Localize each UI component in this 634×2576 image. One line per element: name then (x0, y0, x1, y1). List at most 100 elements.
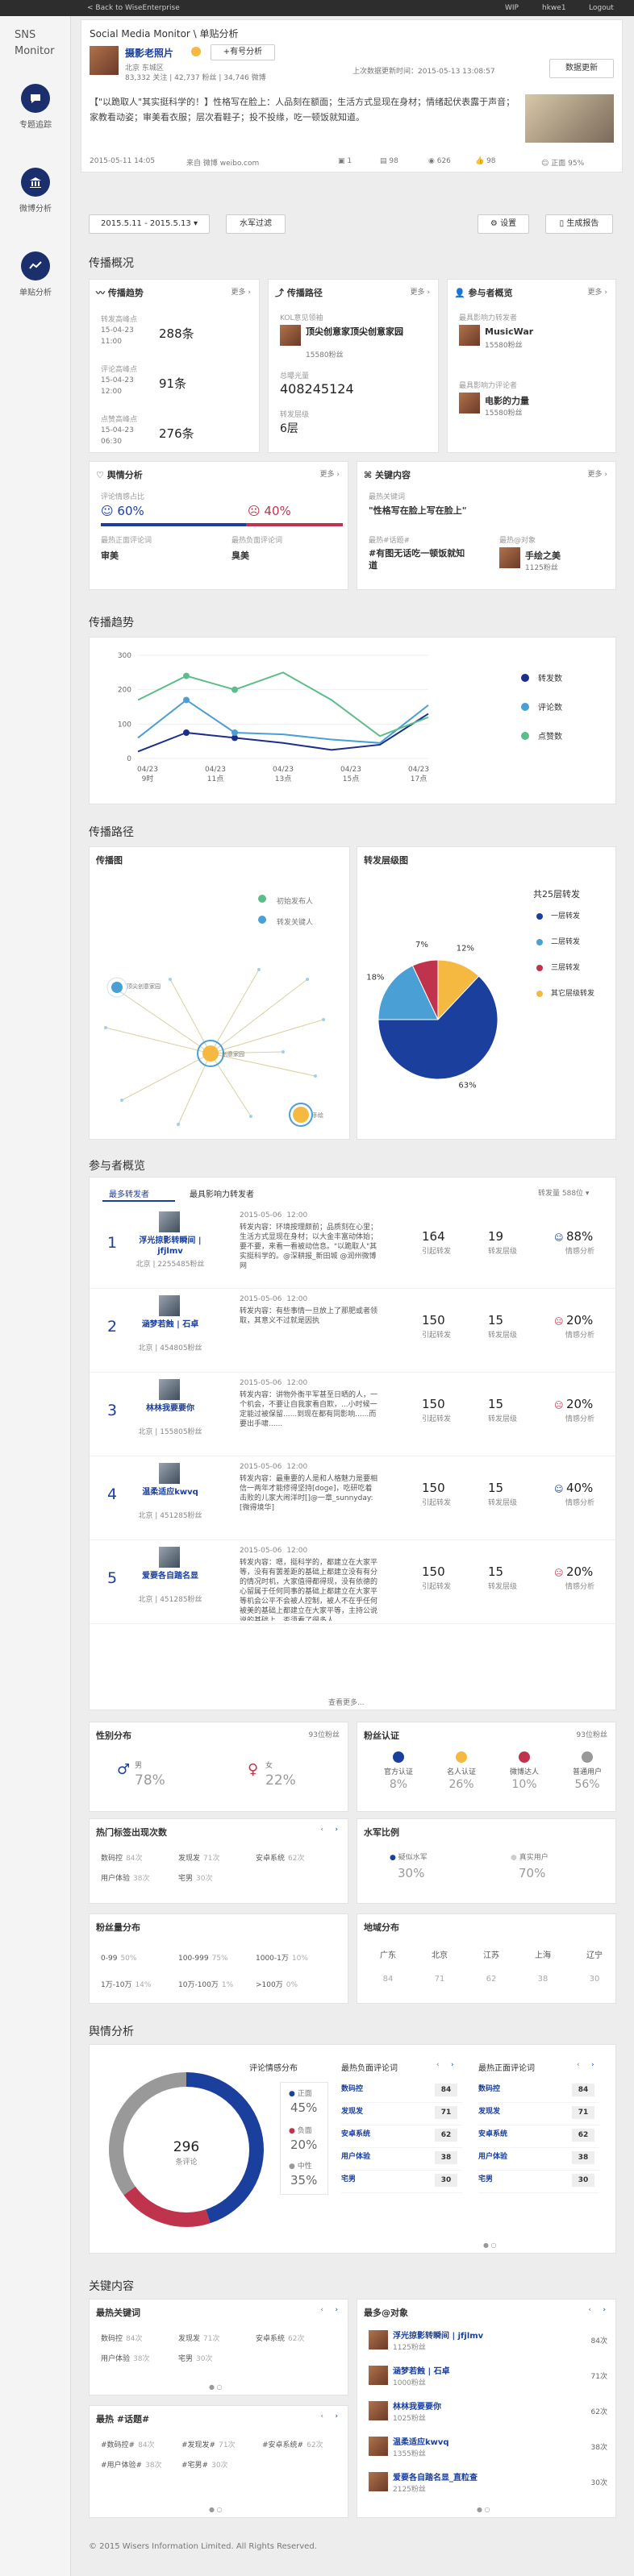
settings-button[interactable]: ⚙ 设置 (478, 214, 529, 234)
participant-name[interactable]: 爱要各自踏名显 (131, 1571, 209, 1581)
next-arrow[interactable]: › (591, 2061, 594, 2069)
nav-topic-tracking[interactable]: 专题追踪 (0, 84, 71, 130)
verify-value: 26% (448, 1778, 474, 1791)
y-tick-label: 0 (127, 755, 131, 763)
at-avatar[interactable] (369, 2330, 388, 2350)
neu-value: 35% (290, 2173, 318, 2188)
at-name[interactable]: 林林我要要你 (393, 2399, 441, 2412)
prev-arrow[interactable]: ‹ (588, 2306, 591, 2314)
next-arrow[interactable]: › (335, 1826, 338, 1834)
participant-avatar[interactable] (159, 1211, 180, 1232)
sidebar: SNS Monitor 专题追踪 微博分析 单贴分析 (0, 16, 71, 2576)
participant-avatar[interactable] (159, 1379, 180, 1400)
tab-most-reposts[interactable]: 最多转发者 (109, 1187, 149, 1199)
water-b-value: 70% (519, 1866, 546, 1880)
water-filter-button[interactable]: 水军过滤 (226, 214, 286, 234)
next-arrow[interactable]: › (335, 2412, 338, 2420)
update-data-button[interactable]: 数据更新 (549, 59, 614, 78)
pill-key: #用户体验# (101, 2462, 143, 2470)
pill-value: 1% (221, 1981, 234, 1989)
kol-name[interactable]: 顶尖创意家顶尖创意家园 (306, 325, 427, 338)
account-name[interactable]: 摄影老照片 (125, 46, 173, 60)
region-value: 84 (382, 1975, 394, 1984)
pager-dots[interactable]: ● ○ (209, 2383, 223, 2391)
prev-arrow[interactable]: ‹ (577, 2061, 580, 2069)
hot-word: 发现发 (341, 2108, 364, 2116)
top-reposter-name[interactable]: MusicWar (485, 326, 533, 337)
card-title: ♡ 舆情分析 (96, 468, 143, 481)
more-link[interactable]: 更多 › (320, 468, 340, 479)
participant-name[interactable]: 浮光掠影转瞬间 | jfjlmv (131, 1236, 209, 1257)
pill-key: #发现发# (181, 2441, 216, 2449)
participant-row: 1 浮光掠影转瞬间 | jfjlmv 北京 | 2255485粉丝 2015-05-0… (90, 1205, 617, 1289)
pill-key: 0-99 (101, 1955, 118, 1963)
nav-post-analysis[interactable]: 单贴分析 (0, 251, 71, 297)
nav-weibo-analysis[interactable]: 微博分析 (0, 168, 71, 214)
participants-card: 最多转发者 最具影响力转发者 转发量 588位 ▾ 1 浮光掠影转瞬间 | jfj… (89, 1177, 617, 1710)
date-range-picker[interactable]: 2015.5.11 - 2015.5.13 ▾ (89, 214, 210, 234)
pager-dots[interactable]: ● ○ (483, 2242, 497, 2249)
at-avatar[interactable] (369, 2437, 388, 2456)
report-button[interactable]: ▯ 生成报告 (545, 214, 613, 234)
participant-rank: 4 (107, 1485, 118, 1503)
at-name[interactable]: 浮光掠影转瞬间 | jfjlmv (393, 2329, 483, 2341)
prev-arrow[interactable]: ‹ (320, 2412, 323, 2420)
logout-link[interactable]: Logout (589, 4, 614, 12)
participant-name[interactable]: 温柔适应kwvq (131, 1487, 209, 1498)
next-arrow[interactable]: › (603, 2306, 606, 2314)
at-avatar[interactable] (369, 2366, 388, 2385)
pager-dots[interactable]: ● ○ (209, 2506, 223, 2513)
follow-analysis-button[interactable]: +有号分析 (211, 44, 275, 60)
verify-icon (456, 1751, 467, 1763)
at-avatar[interactable] (499, 547, 520, 568)
more-link[interactable]: 更多 › (588, 286, 607, 297)
pager-dots[interactable]: ● ○ (477, 2506, 490, 2513)
next-arrow[interactable]: › (335, 2306, 338, 2314)
back-link[interactable]: < Back to WiseEnterprise (87, 4, 180, 12)
pill-item: #用户体验# 38次 (101, 2456, 181, 2475)
at-avatar[interactable] (369, 2472, 388, 2491)
propagation-graph[interactable] (90, 866, 351, 1141)
kol-avatar[interactable] (280, 325, 301, 346)
at-avatar[interactable] (369, 2401, 388, 2420)
account-avatar[interactable] (90, 46, 119, 75)
gender-card: 性别分布 93位粉丝 ♂ 男 78% ♀ 女 22% (89, 1722, 348, 1812)
series-line (137, 699, 429, 744)
participant-name[interactable]: 林林我要要你 (131, 1403, 209, 1414)
participant-name[interactable]: 涵梦若蝕 | 石卓 (131, 1319, 209, 1330)
at-name[interactable]: 爱要各自踏名显_直粒查 (393, 2470, 478, 2483)
pos-label-text: 正面 (297, 2090, 312, 2098)
view-more-link[interactable]: 查看更多... (328, 1697, 365, 1707)
user-menu[interactable]: hkwe1 (542, 4, 566, 12)
x-tick-label: 04/23 (205, 766, 226, 774)
top-reposter-avatar[interactable] (459, 325, 480, 346)
x-tick-label: 04/23 (408, 766, 429, 774)
tab-most-influential[interactable]: 最具影响力转发者 (190, 1187, 254, 1199)
region-item: 北京 71 (415, 1948, 464, 1984)
hot-word-row: 安卓系统 62 (478, 2125, 599, 2148)
positive-bar (101, 523, 246, 526)
post-header-card: Social Media Monitor \ 单贴分析 摄影老照片 +有号分析 … (81, 19, 623, 172)
post-image[interactable] (525, 94, 614, 143)
region-item: 上海 38 (519, 1948, 567, 1984)
at-name[interactable]: 手绘之美 (525, 549, 561, 562)
post-datetime: 2015-05-06 12:00 (240, 1295, 307, 1303)
top-commenter-name[interactable]: 电影的力量 (485, 394, 529, 407)
prev-arrow[interactable]: ‹ (320, 1826, 323, 1834)
prev-arrow[interactable]: ‹ (320, 2306, 323, 2314)
participant-avatar[interactable] (159, 1547, 180, 1568)
pill-value: 71次 (203, 1855, 220, 1863)
next-arrow[interactable]: › (451, 2061, 454, 2069)
sort-dropdown[interactable]: 转发量 588位 ▾ (538, 1187, 589, 1198)
more-link[interactable]: 更多 › (231, 286, 251, 297)
pill-key: #数码控# (101, 2441, 136, 2449)
more-link[interactable]: 更多 › (588, 468, 607, 479)
prev-arrow[interactable]: ‹ (436, 2061, 440, 2069)
participant-avatar[interactable] (159, 1463, 180, 1484)
top-commenter-avatar[interactable] (459, 393, 480, 413)
at-name[interactable]: 温柔适应kwvq (393, 2435, 449, 2447)
kol-label: KOL意见领袖 (280, 314, 323, 322)
at-name[interactable]: 涵梦若蝕 | 石卓 (393, 2364, 450, 2376)
more-link[interactable]: 更多 › (411, 286, 430, 297)
participant-avatar[interactable] (159, 1295, 180, 1316)
